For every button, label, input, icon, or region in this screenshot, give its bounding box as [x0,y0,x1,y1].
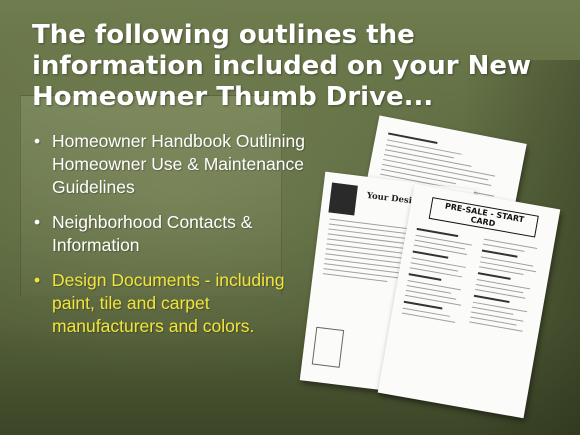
bullet-design-documents: Design Documents - including paint, tile… [34,269,309,338]
bullet-neighborhood-contacts: Neighborhood Contacts & Information [34,211,309,257]
slide-title: The following outlines the information i… [32,20,532,112]
bullet-list: Homeowner Handbook Outlining Homeowner U… [34,130,309,350]
legend-homes-logo [328,182,358,216]
document-stamp [311,326,345,368]
bullet-homeowner-handbook: Homeowner Handbook Outlining Homeowner U… [34,130,309,199]
